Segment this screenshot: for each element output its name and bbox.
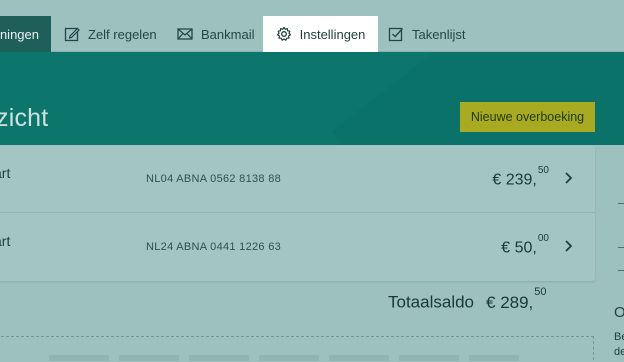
account-balance-cents: 50	[537, 165, 549, 176]
account-balance-cents: 00	[537, 233, 549, 244]
info-box	[0, 336, 594, 362]
account-row[interactable]: art NL04 ABNA 0562 8138 88 € 239,50	[0, 145, 595, 213]
chevron-right-icon[interactable]	[563, 170, 575, 186]
tab-zelf-regelen[interactable]: Zelf regelen	[64, 16, 157, 52]
side-panel-text-line: de	[614, 346, 624, 358]
account-name: art	[0, 165, 11, 181]
tab-instellingen[interactable]: Instellingen	[263, 16, 378, 52]
info-box-text-cutoff	[49, 355, 519, 361]
checkbox-icon	[388, 27, 404, 42]
arrow-right-icon[interactable]: →	[615, 193, 624, 209]
tab-zelf-regelen-label: Zelf regelen	[88, 26, 157, 42]
tab-rekeningen-label: eningen	[0, 26, 39, 42]
arrow-right-icon[interactable]: →	[615, 237, 624, 253]
top-navigation: eningen Zelf regelen Bankmail Instelling…	[0, 0, 624, 52]
account-row[interactable]: art NL24 ABNA 0441 1226 63 € 50,00	[0, 213, 595, 281]
tab-takenlijst-label: Takenlijst	[412, 26, 466, 42]
page-title: zicht	[0, 104, 49, 132]
arrow-right-icon[interactable]: →	[615, 260, 624, 276]
total-balance-label: Totaalsaldo	[388, 292, 475, 312]
tab-bankmail[interactable]: Bankmail	[177, 16, 254, 52]
account-balance: € 239,50	[492, 165, 549, 189]
chevron-right-icon[interactable]	[563, 238, 575, 254]
account-name: art	[0, 233, 11, 249]
side-panel-heading: O	[614, 304, 624, 321]
side-panel-text: Be de	[614, 330, 624, 360]
tab-rekeningen[interactable]: eningen	[0, 16, 51, 52]
tab-bankmail-label: Bankmail	[201, 26, 255, 42]
account-iban: NL24 ABNA 0441 1226 63	[146, 241, 282, 253]
new-transfer-button[interactable]: Nieuwe overboeking	[460, 102, 595, 132]
total-balance-cents: 50	[534, 286, 547, 298]
account-balance: € 50,00	[501, 233, 549, 257]
edit-square-icon	[64, 27, 80, 42]
total-balance-main: € 289,	[486, 292, 534, 312]
total-balance: Totaalsaldo € 289,50	[388, 286, 547, 313]
side-panel-text-line: Be	[614, 331, 624, 343]
total-balance-amount: € 289,50	[486, 286, 547, 312]
tab-instellingen-label: Instellingen	[299, 26, 366, 42]
gear-icon	[276, 26, 291, 41]
account-balance-main: € 50,	[501, 239, 537, 257]
tab-takenlijst[interactable]: Takenlijst	[388, 16, 465, 52]
account-iban: NL04 ABNA 0562 8138 88	[146, 173, 282, 185]
account-balance-main: € 239,	[492, 171, 537, 189]
envelope-icon	[177, 28, 193, 40]
accounts-card: art NL04 ABNA 0562 8138 88 € 239,50 art …	[0, 145, 595, 281]
